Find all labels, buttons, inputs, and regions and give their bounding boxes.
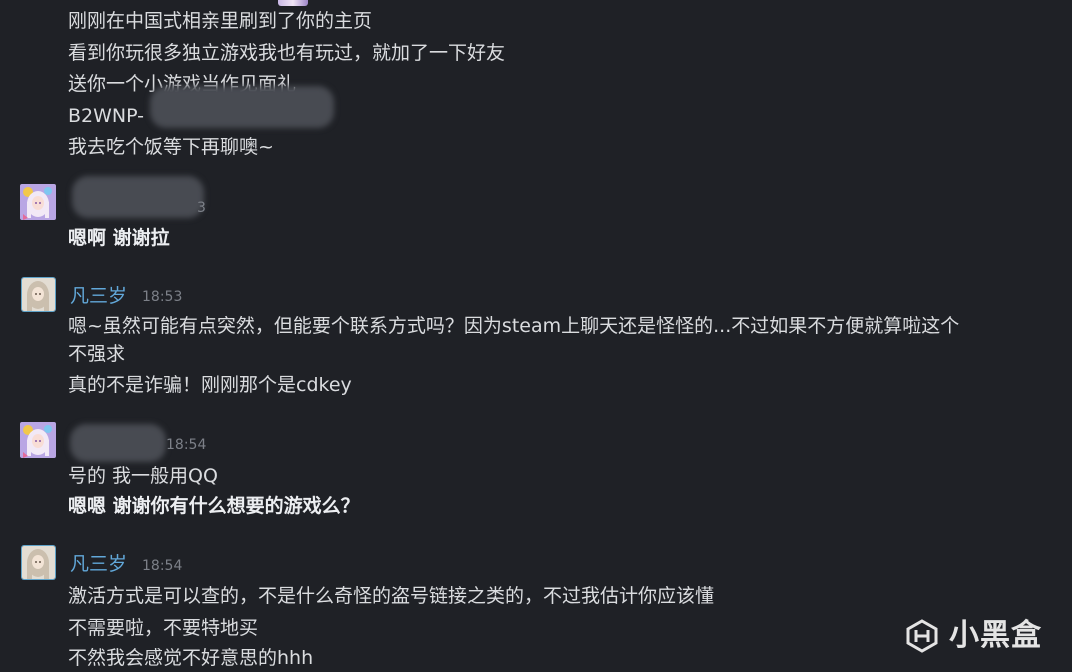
avatar[interactable] [22, 546, 55, 579]
anime-girl-avatar-icon [22, 278, 55, 311]
avatar-fragment [278, 0, 308, 6]
sender-name[interactable]: 凡三岁 [70, 552, 127, 576]
anime-girl-avatar-icon [22, 546, 55, 579]
message-text: 我去吃个饭等下再聊噢~ [68, 136, 274, 158]
anime-avatar-icon [20, 184, 56, 220]
message-text-code: B2WNP- [68, 105, 145, 127]
avatar[interactable] [20, 422, 56, 458]
message-text: 嗯~虽然可能有点突然，但能要个联系方式吗？因为steam上聊天还是怪怪的...不… [68, 315, 960, 337]
message-text: 嗯啊 谢谢拉 [68, 227, 170, 249]
message-timestamp: 18:54 [142, 558, 183, 574]
sender-name[interactable]: 凡三岁 [70, 284, 127, 308]
avatar[interactable] [20, 184, 56, 220]
chat-log: 刚刚在中国式相亲里刷到了你的主页 看到你玩很多独立游戏我也有玩过，就加了一下好友… [0, 0, 1072, 672]
message-timestamp: 18:53 [142, 289, 183, 305]
message-text: 嗯嗯 谢谢你有什么想要的游戏么？ [68, 495, 360, 517]
xiaoheihe-logo-icon [906, 619, 938, 653]
message-text: 不然我会感觉不好意思的hhh [68, 647, 314, 669]
watermark-text: 小黑盒 [949, 618, 1042, 653]
avatar[interactable] [22, 278, 55, 311]
redaction-blur [72, 176, 204, 218]
anime-avatar-icon [20, 422, 56, 458]
message-text: 刚刚在中国式相亲里刷到了你的主页 [68, 10, 373, 32]
watermark: 小黑盒 [905, 618, 1042, 654]
message-text: 看到你玩很多独立游戏我也有玩过，就加了一下好友 [68, 42, 506, 64]
redaction-blur [150, 86, 334, 128]
message-text: 激活方式是可以查的，不是什么奇怪的盗号链接之类的，不过我估计你应该懂 [68, 585, 715, 607]
message-text: 号的 我一般用QQ [68, 465, 218, 487]
message-timestamp: 18:54 [166, 437, 207, 453]
message-text: 不需要啦，不要特地买 [68, 617, 259, 639]
message-text: 真的不是诈骗！刚刚那个是cdkey [68, 374, 352, 396]
redaction-blur [70, 424, 166, 462]
message-timestamp: 3 [197, 200, 206, 216]
message-text: 不强求 [68, 343, 126, 365]
